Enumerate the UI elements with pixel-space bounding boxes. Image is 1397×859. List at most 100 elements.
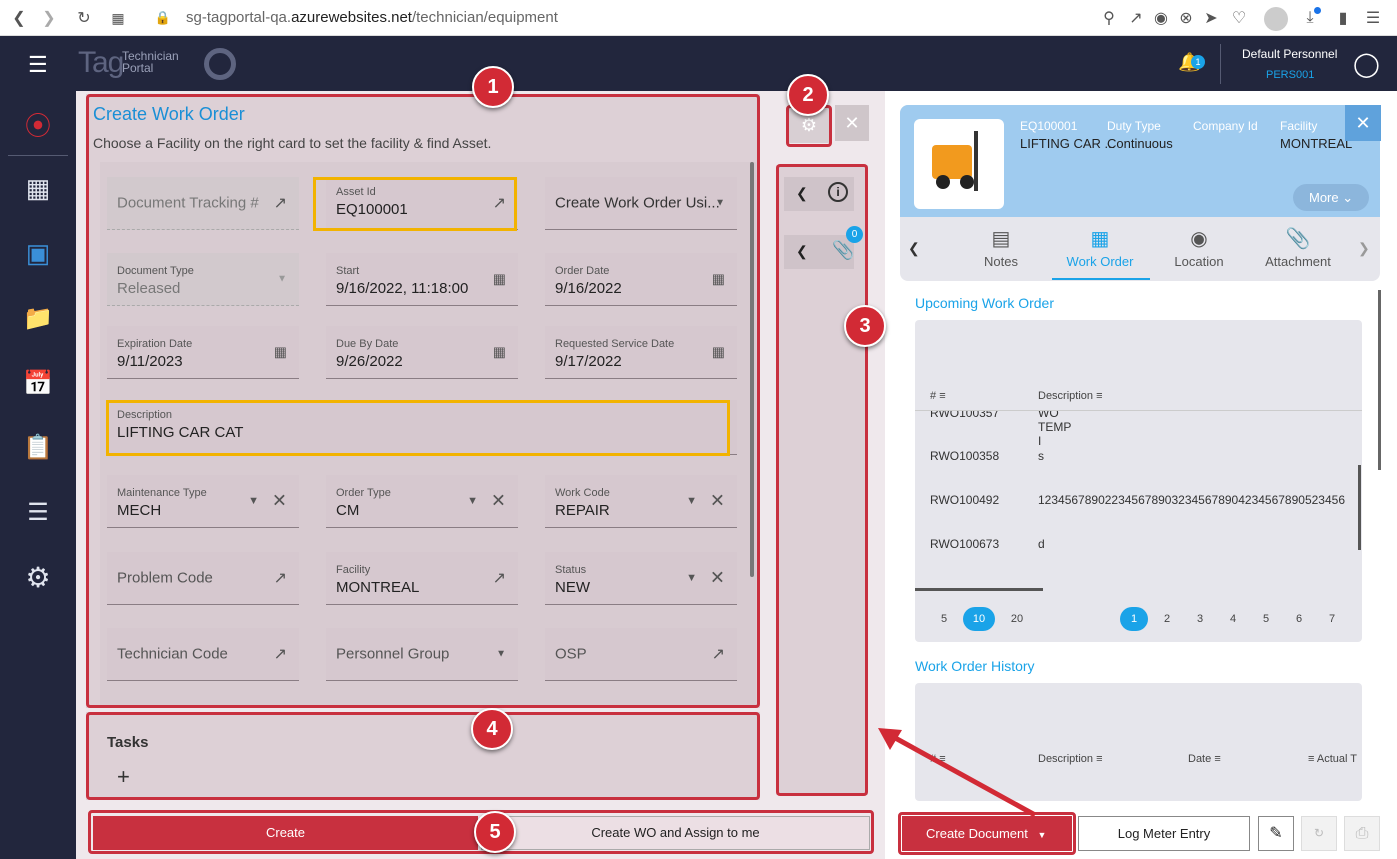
filter-icon[interactable]: ≡ <box>939 390 945 402</box>
tab-work-order[interactable]: ▦ Work Order <box>1052 226 1148 269</box>
tab-notes[interactable]: ▤ Notes <box>953 226 1049 269</box>
tab-location[interactable]: ◉ Location <box>1151 226 1247 269</box>
upcoming-rows: RWO100357 WO TEMP I RWO100358 s RWO100492 1… <box>915 411 1362 594</box>
filter-icon[interactable]: ≡ <box>1214 753 1220 765</box>
page-5[interactable]: 5 <box>1252 607 1280 631</box>
col-actual-label: Actual T <box>1316 753 1358 765</box>
tab-attachment[interactable]: 📎 Attachment <box>1250 226 1346 269</box>
search-icon[interactable]: ⚲ <box>1098 7 1120 29</box>
page-2[interactable]: 2 <box>1153 607 1181 631</box>
forklift-image <box>914 119 1004 209</box>
log-meter-button[interactable]: Log Meter Entry <box>1078 816 1250 851</box>
col-description[interactable]: Description ≡ <box>1038 390 1103 402</box>
browser-bar: ❮ ❯ ↻ ▦ 🔒 sg-tagportal-qa.azurewebsites.… <box>0 0 1397 36</box>
apps-grid-icon[interactable]: ▦ <box>107 7 129 29</box>
asset-card-name: LIFTING CAR ... <box>1020 136 1116 151</box>
facility-label: Facility <box>1280 119 1318 133</box>
more-label: More <box>1309 190 1339 205</box>
forward-icon[interactable]: ❯ <box>38 7 60 29</box>
settings-icon[interactable]: ⚙ <box>18 557 58 597</box>
filter-icon[interactable]: ≡ <box>1308 753 1314 765</box>
calendar-icon[interactable]: 📅 <box>18 363 58 403</box>
close-form-icon[interactable]: ✕ <box>835 105 869 141</box>
dashboard-icon[interactable]: ▦ <box>18 168 58 208</box>
page-3[interactable]: 3 <box>1186 607 1214 631</box>
clipboard-icon[interactable]: 📋 <box>18 427 58 467</box>
horizontal-scrollbar[interactable] <box>915 588 1043 591</box>
user-icon[interactable]: ◯ <box>1353 50 1380 79</box>
logo-text: Technician Portal <box>122 50 179 74</box>
page-7[interactable]: 7 <box>1318 607 1346 631</box>
col-actual[interactable]: ≡ Actual T <box>1308 753 1357 765</box>
share-icon[interactable]: ↗ <box>1125 7 1147 29</box>
tab-attachment-label: Attachment <box>1265 254 1331 269</box>
logo-icon <box>204 48 236 80</box>
col-number[interactable]: # ≡ <box>930 390 946 402</box>
attachment-icon: 📎 <box>1285 228 1311 250</box>
facility-value: MONTREAL <box>1280 136 1353 151</box>
table-row[interactable]: RWO100357 WO TEMP I <box>930 411 1071 448</box>
address-bar[interactable]: sg-tagportal-qa.azurewebsites.net/techni… <box>186 9 558 26</box>
table-row[interactable]: RWO100673 d <box>930 537 1045 551</box>
url-path: /technician/equipment <box>411 9 558 26</box>
highlight-side-panel <box>776 164 868 796</box>
logo-tag: Tag <box>78 46 124 79</box>
lock-icon: 🔒 <box>154 10 172 25</box>
forklift-wheel <box>960 175 974 189</box>
row-id: RWO100673 <box>930 537 1000 551</box>
page-1[interactable]: 1 <box>1120 607 1148 631</box>
page-size-5[interactable]: 5 <box>930 607 958 631</box>
edit-icon[interactable]: ✎ <box>1258 816 1294 851</box>
table-row[interactable]: RWO100358 s <box>930 449 1044 463</box>
row-id: RWO100357 <box>930 411 1000 420</box>
print-icon[interactable]: ⎙ <box>1344 816 1380 851</box>
col-description[interactable]: Description ≡ <box>1038 753 1103 765</box>
view-3d-icon[interactable]: ↻ <box>1301 816 1337 851</box>
send-icon[interactable]: ➤ <box>1200 7 1222 29</box>
highlight-description <box>106 400 730 456</box>
work-order-icon: ▦ <box>1090 228 1110 250</box>
url-host: azurewebsites.net <box>291 9 412 26</box>
location-icon: ◉ <box>1190 228 1208 250</box>
forklift-wheel <box>936 175 950 189</box>
heart-icon[interactable]: ♡ <box>1228 7 1250 29</box>
filter-icon[interactable]: ≡ <box>1096 753 1102 765</box>
folders-icon[interactable]: 📁 <box>18 298 58 338</box>
row-desc: 1234567890223456789032345678904234567890… <box>1038 493 1345 507</box>
upcoming-table: # ≡ Description ≡ RWO100357 WO TEMP I RWO… <box>915 320 1362 642</box>
page-size-10[interactable]: 10 <box>963 607 995 631</box>
notes-icon: ▤ <box>991 228 1011 250</box>
annotation-arrow <box>878 728 1037 818</box>
page-size-20[interactable]: 20 <box>1003 607 1031 631</box>
list-icon[interactable]: ☰ <box>18 492 58 532</box>
active-tab-underline <box>1052 278 1150 280</box>
logo-mini-icon[interactable]: ⦿ <box>18 104 58 144</box>
table-row[interactable]: RWO100492 1234567890223456789032345678904… <box>930 493 1345 507</box>
col-date[interactable]: Date ≡ <box>1188 753 1221 765</box>
tabs-next-icon[interactable]: ❯ <box>1358 240 1370 257</box>
page-6[interactable]: 6 <box>1285 607 1313 631</box>
back-icon[interactable]: ❮ <box>8 7 30 29</box>
more-button[interactable]: More ⌄ <box>1293 184 1369 211</box>
vertical-scrollbar[interactable] <box>1358 465 1361 550</box>
page-4[interactable]: 4 <box>1219 607 1247 631</box>
panel-scrollbar[interactable] <box>1378 290 1381 470</box>
block-icon[interactable]: ⊗ <box>1175 7 1197 29</box>
marker-5: 5 <box>474 811 516 853</box>
row-desc: s <box>1038 449 1044 463</box>
hamburger-icon[interactable]: ☰ <box>28 52 48 78</box>
highlight-asset-id <box>313 177 517 231</box>
header-divider <box>1220 44 1221 84</box>
row-id: RWO100492 <box>930 493 1000 507</box>
menu-icon[interactable]: ☰ <box>1362 7 1384 29</box>
reload-icon[interactable]: ↻ <box>73 7 95 29</box>
tabs-prev-icon[interactable]: ❮ <box>908 240 920 257</box>
close-card-icon[interactable]: ✕ <box>1345 105 1381 141</box>
battery-icon: ▮ <box>1338 10 1348 27</box>
equipment-icon[interactable]: ▣ <box>18 233 58 273</box>
row-id: RWO100358 <box>930 449 1000 463</box>
camera-icon[interactable]: ◉ <box>1150 7 1172 29</box>
row-desc: WO TEMP I <box>1038 411 1072 448</box>
profile-avatar-icon[interactable] <box>1264 7 1288 31</box>
filter-icon[interactable]: ≡ <box>1096 390 1102 402</box>
